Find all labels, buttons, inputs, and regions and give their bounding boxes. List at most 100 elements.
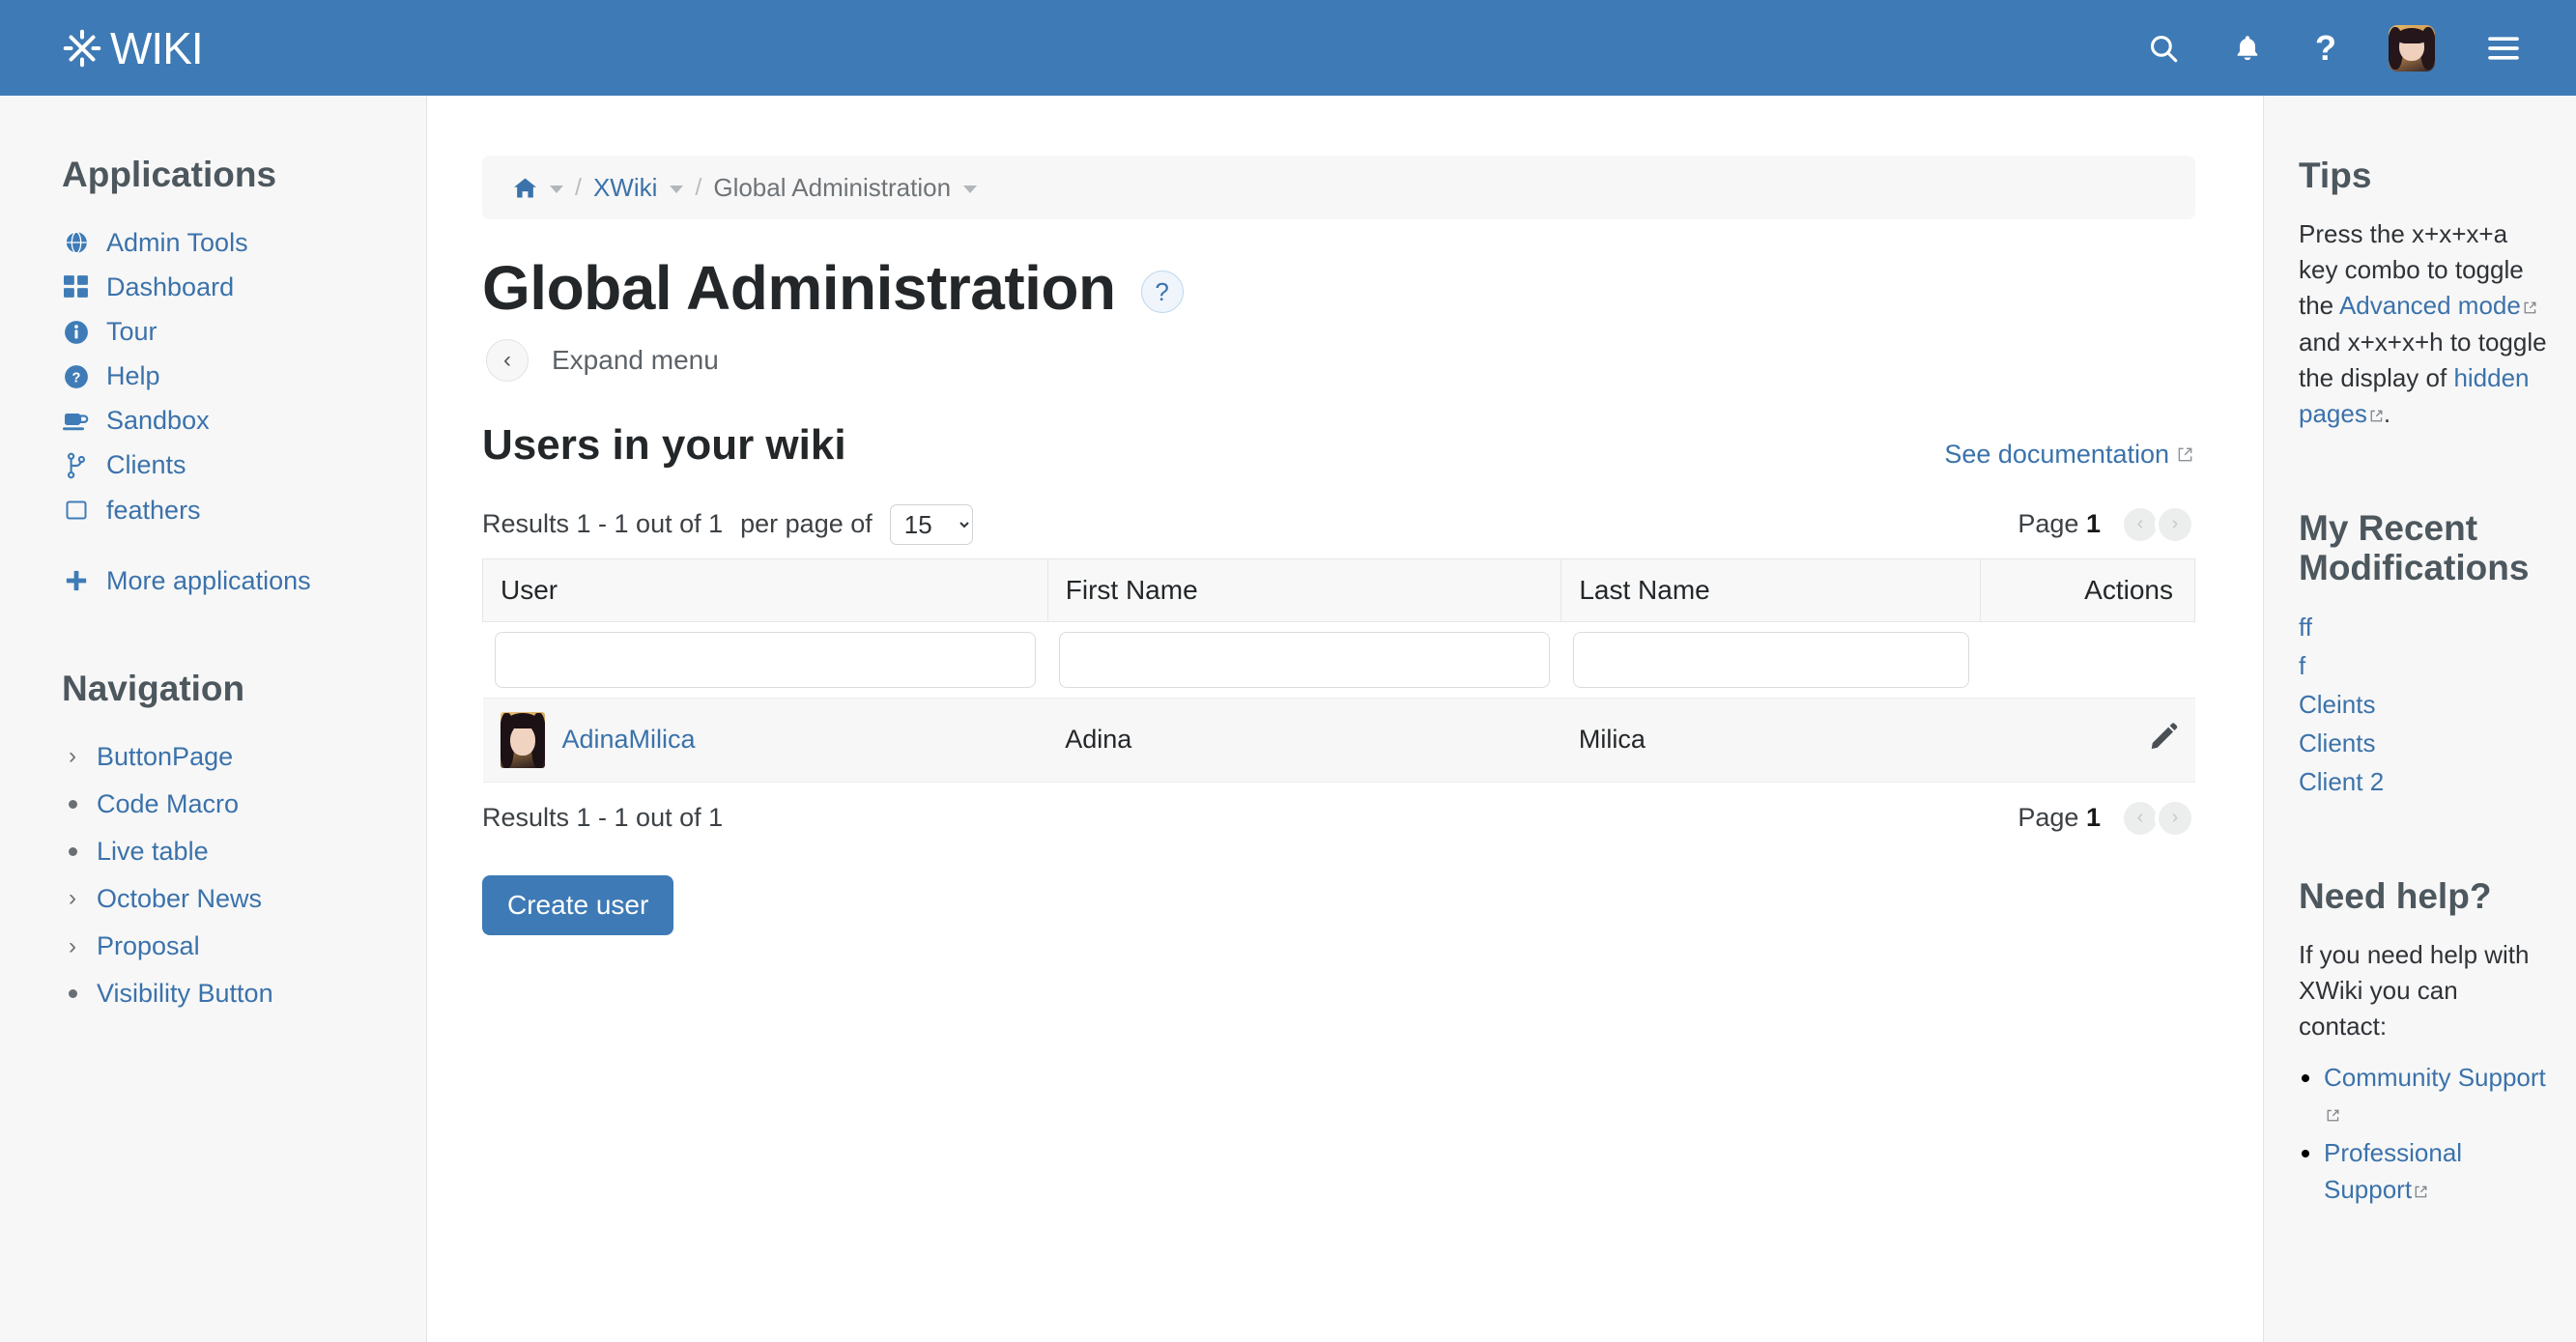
sidebar-item-admin-tools[interactable]: Admin Tools: [62, 224, 426, 262]
sidebar-item-live-table[interactable]: Live table: [62, 833, 426, 871]
livetable-pagination-top: Page 1 ‹ ›: [2018, 503, 2195, 545]
first-name-filter-input[interactable]: [1059, 631, 1550, 688]
sidebar-item-feathers[interactable]: feathers: [62, 492, 426, 529]
recent-item-link[interactable]: f: [2299, 651, 2305, 680]
sidebar-item-label: Tour: [106, 316, 157, 346]
sidebar-item-tour[interactable]: Tour: [62, 313, 426, 351]
breadcrumb-link-xwiki[interactable]: XWiki: [593, 173, 657, 203]
nav-item-label: Live table: [97, 836, 209, 866]
expand-menu-toggle[interactable]: ‹ Expand menu: [486, 339, 2195, 383]
need-help-title: Need help?: [2299, 875, 2492, 916]
page-number: 1: [2085, 803, 2101, 833]
user-profile-link[interactable]: AdinaMilica: [562, 725, 696, 755]
recent-item-link[interactable]: Clients: [2299, 728, 2375, 757]
xwiki-app: WIKI ? Applications Admin Tools Dashboar…: [0, 0, 2576, 1342]
pager-group: ‹ ›: [2120, 503, 2195, 545]
nav-item-label: ButtonPage: [97, 741, 234, 771]
filter-cell-actions: [1980, 621, 2195, 699]
users-livetable: User First Name Last Name Actions AdinaM…: [482, 557, 2195, 783]
tips-text-part3: .: [2383, 398, 2391, 428]
tips-panel-title: Tips: [2299, 156, 2372, 195]
see-documentation-link[interactable]: See documentation: [1944, 440, 2193, 470]
advanced-mode-link[interactable]: Advanced mode: [2339, 291, 2521, 320]
next-page-button[interactable]: ›: [2155, 797, 2195, 839]
sidebar-item-visibility-button[interactable]: Visibility Button: [62, 975, 426, 1013]
sidebar-item-help[interactable]: ? Help: [62, 357, 426, 395]
sidebar-item-sandbox[interactable]: Sandbox: [62, 402, 426, 440]
last-name-filter-input[interactable]: [1572, 631, 1969, 688]
right-sidebar: Tips Press the x+x+x+a key combo to togg…: [2263, 96, 2576, 1342]
next-page-button[interactable]: ›: [2155, 503, 2195, 545]
list-item: Client 2: [2299, 764, 2549, 801]
page-title: Global Administration: [482, 253, 1116, 323]
list-item: Cleints: [2299, 687, 2549, 724]
livetable-pagination-bottom: Page 1 ‹ ›: [2018, 797, 2195, 839]
sidebar-item-october-news[interactable]: › October News: [62, 880, 426, 918]
expand-menu-label: Expand menu: [552, 345, 719, 376]
user-cell: AdinaMilica: [500, 711, 1031, 768]
chevron-left-icon[interactable]: ‹: [486, 339, 529, 383]
chevron-right-icon[interactable]: ›: [62, 745, 83, 768]
avatar[interactable]: [2389, 24, 2435, 71]
community-support-link[interactable]: Community Support: [2324, 1063, 2546, 1092]
more-applications-button[interactable]: More applications: [62, 562, 426, 600]
recent-item-link[interactable]: ff: [2299, 613, 2312, 642]
top-navigation-bar: WIKI ?: [0, 0, 2576, 96]
filter-cell-last-name: [1560, 621, 1981, 699]
applications-panel-title: Applications: [62, 155, 277, 194]
pager-group: ‹ ›: [2120, 797, 2195, 839]
chevron-right-icon[interactable]: ›: [62, 934, 83, 958]
column-header-last-name[interactable]: Last Name: [1560, 557, 1982, 622]
page-indicator: Page 1: [2018, 803, 2101, 833]
help-question-icon[interactable]: ?: [1140, 271, 1184, 314]
column-header-first-name[interactable]: First Name: [1046, 557, 1562, 622]
professional-support-link[interactable]: Professional Support: [2324, 1138, 2462, 1204]
chevron-down-icon[interactable]: [963, 186, 978, 193]
home-icon[interactable]: [513, 177, 537, 199]
nav-item-label: Visibility Button: [97, 979, 273, 1009]
left-sidebar: Applications Admin Tools Dashboard Tour …: [0, 96, 427, 1342]
sidebar-item-clients[interactable]: Clients: [62, 446, 426, 484]
chevron-down-icon[interactable]: [550, 186, 563, 193]
users-section-header: Users in your wiki See documentation: [482, 421, 2195, 470]
external-link-icon: [2414, 1173, 2428, 1210]
create-user-button[interactable]: Create user: [482, 874, 674, 935]
table-row[interactable]: AdinaMilica Adina Milica: [482, 697, 2195, 783]
navigation-list: › ButtonPage Code Macro Live table › Oct…: [62, 738, 426, 1014]
need-help-text: If you need help with XWiki you can cont…: [2299, 939, 2530, 1041]
filter-cell-first-name: [1047, 621, 1561, 699]
see-documentation-label: See documentation: [1944, 439, 2169, 469]
column-header-user[interactable]: User: [482, 557, 1048, 622]
chevron-right-icon[interactable]: ›: [62, 887, 83, 910]
users-section-title: Users in your wiki: [482, 421, 846, 470]
help-question-icon[interactable]: ?: [2315, 30, 2336, 66]
page-indicator: Page 1: [2018, 509, 2101, 539]
column-header-actions: Actions: [1980, 557, 2195, 622]
tips-text: Press the x+x+x+a key combo to toggle th…: [2299, 216, 2549, 432]
sidebar-item-buttonpage[interactable]: › ButtonPage: [62, 738, 426, 776]
sidebar-item-code-macro[interactable]: Code Macro: [62, 785, 426, 823]
list-item: Clients: [2299, 726, 2549, 762]
per-page-select[interactable]: 15 25 50 100: [889, 503, 973, 545]
notifications-bell-icon[interactable]: [2232, 32, 2263, 65]
page-label: Page: [2018, 803, 2079, 833]
external-link-icon: [2177, 440, 2193, 470]
hamburger-menu-icon[interactable]: [2487, 35, 2520, 62]
recent-item-link[interactable]: Cleints: [2299, 690, 2375, 719]
xwiki-logo[interactable]: WIKI: [60, 26, 204, 71]
nav-item-label: Proposal: [97, 931, 200, 961]
info-circle-icon: [62, 318, 91, 347]
per-page-label: per page of: [740, 509, 873, 539]
chevron-down-icon[interactable]: [670, 186, 684, 193]
page-body: Applications Admin Tools Dashboard Tour …: [0, 96, 2576, 1342]
pencil-edit-icon[interactable]: [2149, 722, 2178, 757]
filter-cell-user: [482, 621, 1048, 699]
page-number: 1: [2085, 509, 2101, 539]
sidebar-item-dashboard[interactable]: Dashboard: [62, 269, 426, 306]
sidebar-item-label: Admin Tools: [106, 227, 248, 257]
sidebar-item-proposal[interactable]: › Proposal: [62, 928, 426, 965]
cell-first-name: Adina: [1047, 697, 1561, 783]
recent-item-link[interactable]: Client 2: [2299, 767, 2384, 796]
user-filter-input[interactable]: [494, 631, 1037, 688]
search-icon[interactable]: [2147, 32, 2180, 65]
